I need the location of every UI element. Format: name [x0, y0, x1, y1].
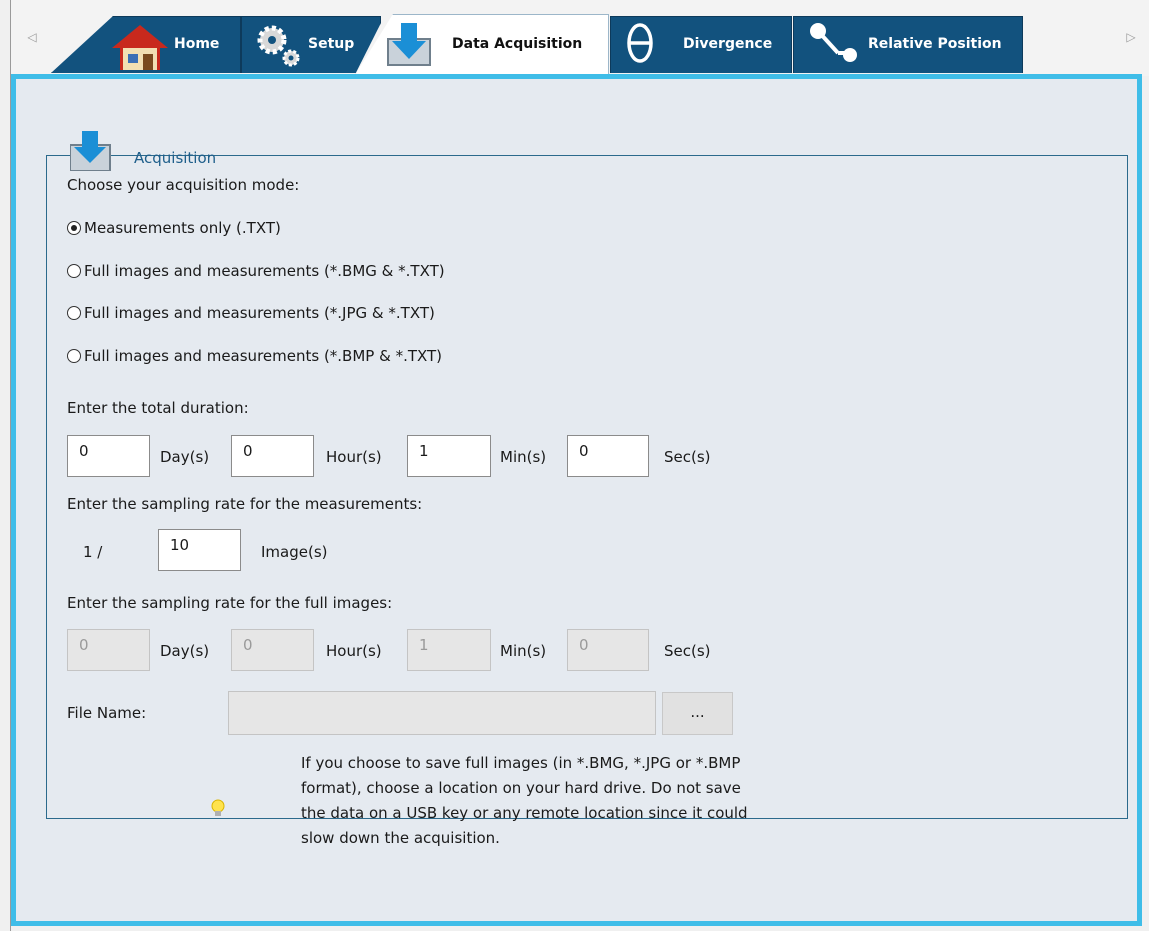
tab-scroll-left-icon[interactable]: ◁ — [25, 30, 39, 44]
home-icon — [112, 25, 168, 70]
tab-divergence-label: Divergence — [683, 36, 773, 52]
tab-strip: ◁ ▷ Home Setup Data Acquisition Divergen… — [0, 0, 1149, 76]
duration-days-input[interactable]: 0 — [67, 435, 150, 477]
tab-home-label: Home — [174, 36, 220, 52]
radio-label: Full images and measurements (*.BMG & *.… — [84, 262, 445, 280]
measurement-rate-prefix: 1 / — [83, 543, 103, 561]
duration-hours-input[interactable]: 0 — [231, 435, 314, 477]
tab-scroll-right-icon[interactable]: ▷ — [1124, 30, 1138, 44]
tab-data-acquisition[interactable]: Data Acquisition — [355, 14, 609, 75]
tab-setup[interactable]: Setup — [241, 16, 381, 73]
image-rate-mins-unit: Min(s) — [500, 642, 547, 660]
download-icon — [70, 131, 111, 171]
duration-mins-unit: Min(s) — [500, 448, 547, 466]
file-name-label: File Name: — [67, 704, 147, 722]
duration-hours-unit: Hour(s) — [326, 448, 382, 466]
image-rate-secs-unit: Sec(s) — [664, 642, 711, 660]
radio-label: Full images and measurements (*.BMP & *.… — [84, 347, 443, 365]
measurement-rate-input[interactable]: 10 — [158, 529, 241, 571]
image-rate-mins-input[interactable]: 1 — [407, 629, 491, 671]
measurement-rate-unit: Image(s) — [261, 543, 328, 561]
gears-icon — [257, 25, 300, 67]
radio-label: Measurements only (.TXT) — [84, 219, 281, 237]
lightbulb-icon — [211, 799, 225, 816]
radio-button[interactable] — [67, 306, 81, 320]
tab-relative-position[interactable]: Relative Position — [793, 16, 1023, 73]
connector-icon — [810, 23, 857, 62]
image-rate-secs-input[interactable]: 0 — [567, 629, 649, 671]
duration-secs-unit: Sec(s) — [664, 448, 711, 466]
image-rate-hours-input[interactable]: 0 — [231, 629, 314, 671]
acquisition-group-title: Acquisition — [70, 131, 216, 171]
image-rate-prompt: Enter the sampling rate for the full ima… — [67, 594, 393, 612]
save-location-hint: If you choose to save full images (in *.… — [301, 754, 748, 847]
duration-prompt: Enter the total duration: — [67, 399, 249, 417]
radio-label: Full images and measurements (*.JPG & *.… — [84, 304, 435, 322]
radio-button[interactable] — [67, 221, 81, 235]
theta-icon — [627, 23, 653, 63]
image-rate-days-unit: Day(s) — [160, 642, 210, 660]
tab-divergence[interactable]: Divergence — [610, 16, 792, 73]
mode-prompt: Choose your acquisition mode: — [67, 176, 300, 194]
duration-secs-input[interactable]: 0 — [567, 435, 649, 477]
file-name-input[interactable] — [228, 691, 656, 735]
image-rate-days-input[interactable]: 0 — [67, 629, 150, 671]
duration-days-unit: Day(s) — [160, 448, 210, 466]
tab-data-acquisition-label: Data Acquisition — [452, 36, 583, 52]
image-rate-hours-unit: Hour(s) — [326, 642, 382, 660]
acquisition-panel: Acquisition Choose your acquisition mode… — [11, 74, 1142, 926]
tab-relative-position-label: Relative Position — [868, 36, 1002, 52]
tab-setup-label: Setup — [308, 36, 355, 52]
group-title-label: Acquisition — [134, 149, 217, 167]
browse-button[interactable]: ... — [662, 692, 733, 735]
duration-mins-input[interactable]: 1 — [407, 435, 491, 477]
left-rail — [0, 0, 11, 931]
radio-button[interactable] — [67, 264, 81, 278]
tab-home[interactable]: Home — [51, 16, 241, 73]
radio-button[interactable] — [67, 349, 81, 363]
measurement-rate-prompt: Enter the sampling rate for the measurem… — [67, 495, 423, 513]
download-icon — [387, 23, 431, 66]
